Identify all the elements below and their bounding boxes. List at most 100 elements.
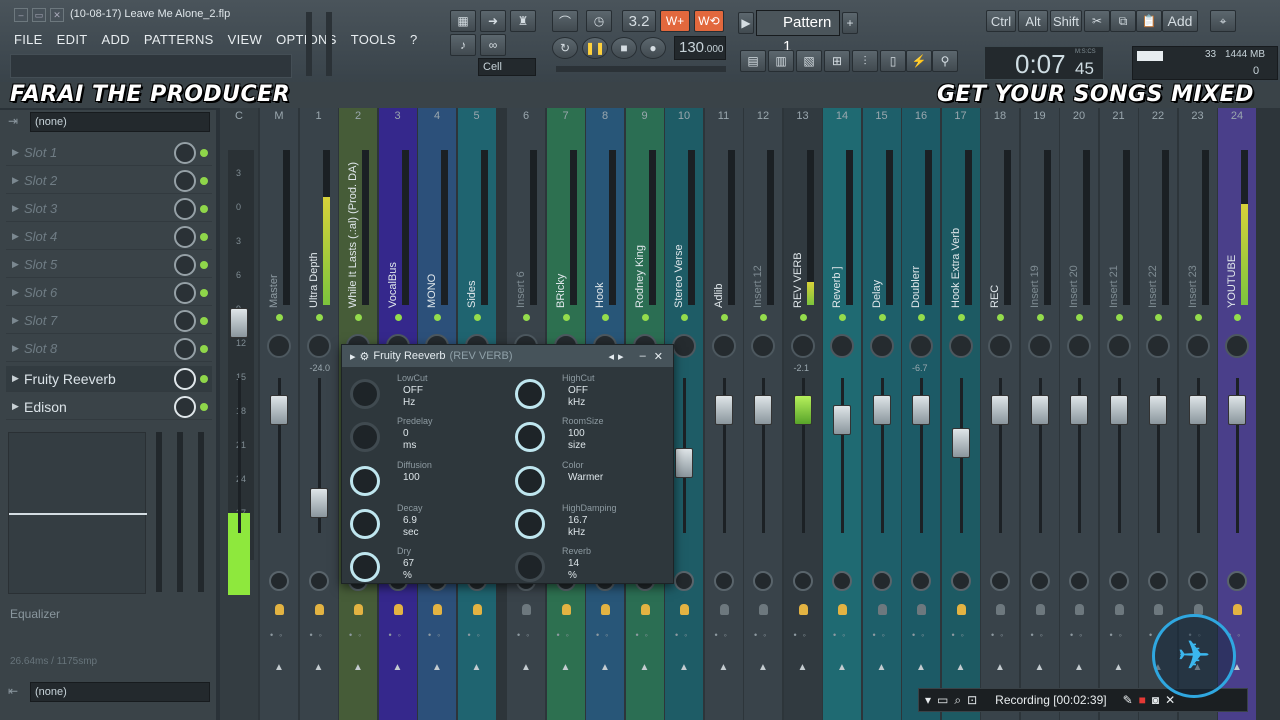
- plugin-window[interactable]: ▸ ⚙ Fruity Reeverb (REV VERB) ◂ ▸ – ✕ Lo…: [341, 344, 674, 584]
- channel-rack-icon[interactable]: ▥: [768, 50, 794, 72]
- stereo-separation-knob[interactable]: [713, 571, 734, 591]
- input-select[interactable]: (none): [30, 112, 210, 132]
- eq-band-3-slider[interactable]: [198, 432, 204, 592]
- param-highdamping[interactable]: HighDamping 16.7 kHz: [509, 503, 659, 543]
- route-arrow-icon[interactable]: ▲: [353, 662, 363, 673]
- route-dots[interactable]: •◦: [270, 630, 288, 640]
- slot-7[interactable]: ▶ Slot 7: [6, 308, 212, 334]
- knob-icon[interactable]: [350, 509, 380, 539]
- route-dots[interactable]: •◦: [349, 630, 367, 640]
- param-highcut[interactable]: HighCut OFF kHz: [509, 373, 659, 413]
- metronome-icon[interactable]: ♜: [510, 10, 536, 32]
- record-arm-icon[interactable]: [640, 604, 650, 615]
- mixer-strip-21[interactable]: 21 Insert 21 •◦ ▲: [1099, 108, 1138, 720]
- add-button[interactable]: Add: [1162, 10, 1198, 32]
- param-dry[interactable]: Dry 67%: [344, 546, 494, 586]
- camera-icon[interactable]: ◙: [1152, 693, 1159, 707]
- param-diffusion[interactable]: Diffusion 100: [344, 460, 494, 500]
- strip-led[interactable]: [1115, 314, 1123, 321]
- volume-fader[interactable]: [1149, 395, 1167, 425]
- stop-recording-icon[interactable]: ■: [1139, 693, 1146, 707]
- menu-help[interactable]: ?: [408, 32, 420, 47]
- route-arrow-icon[interactable]: ▲: [995, 662, 1005, 673]
- strip-led[interactable]: [562, 314, 570, 321]
- mix-knob[interactable]: [174, 225, 196, 248]
- play-button[interactable]: ❚❚: [582, 37, 608, 59]
- volume-fader[interactable]: [714, 395, 733, 425]
- route-dots[interactable]: •◦: [428, 630, 446, 640]
- blend-notes-icon[interactable]: W+: [660, 10, 690, 32]
- route-dots[interactable]: •◦: [1070, 630, 1088, 640]
- record-arm-icon[interactable]: [877, 604, 887, 615]
- route-arrow-icon[interactable]: ▲: [472, 662, 482, 673]
- volume-fader[interactable]: [951, 428, 970, 458]
- pan-knob[interactable]: [1027, 334, 1052, 358]
- menu-file[interactable]: FILE: [12, 32, 45, 47]
- param-predelay[interactable]: Predelay 0 ms: [344, 416, 494, 456]
- volume-fader[interactable]: [1228, 395, 1246, 425]
- record-arm-icon[interactable]: [838, 604, 847, 615]
- route-dots[interactable]: •◦: [468, 630, 486, 640]
- volume-fader[interactable]: [230, 308, 248, 338]
- menu-tools[interactable]: TOOLS: [349, 32, 398, 47]
- slot-led[interactable]: [200, 344, 208, 353]
- route-arrow-icon[interactable]: ▲: [640, 662, 650, 673]
- pan-knob[interactable]: [790, 334, 815, 358]
- param-decay[interactable]: Decay 6.9 sec: [344, 503, 494, 543]
- knob-icon[interactable]: [515, 466, 545, 496]
- volume-fader[interactable]: [270, 395, 288, 425]
- master-volume-slider[interactable]: [306, 12, 312, 76]
- slot-led[interactable]: [200, 288, 208, 297]
- slot-led[interactable]: [200, 260, 208, 269]
- route-dots[interactable]: •◦: [636, 630, 654, 640]
- route-dots[interactable]: •◦: [754, 630, 772, 640]
- route-arrow-icon[interactable]: ▲: [877, 662, 887, 673]
- route-dots[interactable]: •◦: [389, 630, 407, 640]
- volume-fader[interactable]: [309, 488, 328, 518]
- record-arm-icon[interactable]: [472, 604, 482, 615]
- route-dots[interactable]: •◦: [952, 630, 970, 640]
- route-arrow-icon[interactable]: ▲: [956, 662, 966, 673]
- mixer-strip-12[interactable]: 12 Insert 12 •◦ ▲: [744, 108, 782, 720]
- mixer-strip-14[interactable]: 14 Reverb ] •◦ ▲: [823, 108, 861, 720]
- alt-button[interactable]: Alt: [1018, 10, 1048, 32]
- pattern-song-toggle[interactable]: ↻: [552, 37, 578, 59]
- route-arrow-icon[interactable]: ▲: [1074, 662, 1084, 673]
- record-button[interactable]: ●: [640, 37, 666, 59]
- route-dots[interactable]: •◦: [310, 630, 328, 640]
- route-dots[interactable]: •◦: [675, 630, 693, 640]
- record-arm-icon[interactable]: [1233, 604, 1242, 615]
- menu-icon[interactable]: –: [14, 8, 28, 22]
- strip-led[interactable]: [641, 314, 649, 321]
- pan-knob[interactable]: [1185, 334, 1210, 358]
- menu-add[interactable]: ADD: [99, 32, 131, 47]
- mixer-strip-16[interactable]: 16 Doublerr •◦ ▲: [902, 108, 940, 720]
- record-arm-icon[interactable]: [1035, 604, 1045, 615]
- tuning-icon[interactable]: ⫶: [852, 50, 878, 72]
- effect-fruity-reeverb[interactable]: ▶ Fruity Reeverb: [6, 366, 212, 392]
- mixer-strip-13[interactable]: 13 REV VERB •◦ ▲: [783, 108, 822, 720]
- strip-led[interactable]: [434, 314, 441, 321]
- volume-fader[interactable]: [675, 448, 693, 478]
- stereo-separation-knob[interactable]: [674, 571, 694, 591]
- strip-led[interactable]: [918, 314, 925, 321]
- output-select[interactable]: (none): [30, 682, 210, 702]
- slot-led[interactable]: [200, 204, 208, 213]
- param-color[interactable]: Color Warmer: [509, 460, 659, 500]
- record-arm-icon[interactable]: [314, 604, 324, 615]
- route-dots[interactable]: •◦: [715, 630, 733, 640]
- route-arrow-icon[interactable]: ▲: [561, 662, 571, 673]
- eq-band-2-slider[interactable]: [177, 432, 183, 592]
- record-arm-icon[interactable]: [956, 604, 966, 615]
- strip-led[interactable]: [760, 314, 767, 321]
- stereo-separation-knob[interactable]: [911, 571, 931, 591]
- record-arm-icon[interactable]: [433, 604, 442, 615]
- volume-fader[interactable]: [872, 395, 891, 425]
- pattern-selector[interactable]: Pattern 1: [756, 10, 840, 55]
- record-arm-icon[interactable]: [522, 604, 531, 615]
- pan-knob[interactable]: [1067, 334, 1091, 358]
- pan-knob[interactable]: [711, 334, 736, 358]
- stop-button[interactable]: ■: [611, 37, 637, 59]
- stereo-separation-knob[interactable]: [1187, 571, 1208, 591]
- slot-5[interactable]: ▶ Slot 5: [6, 252, 212, 278]
